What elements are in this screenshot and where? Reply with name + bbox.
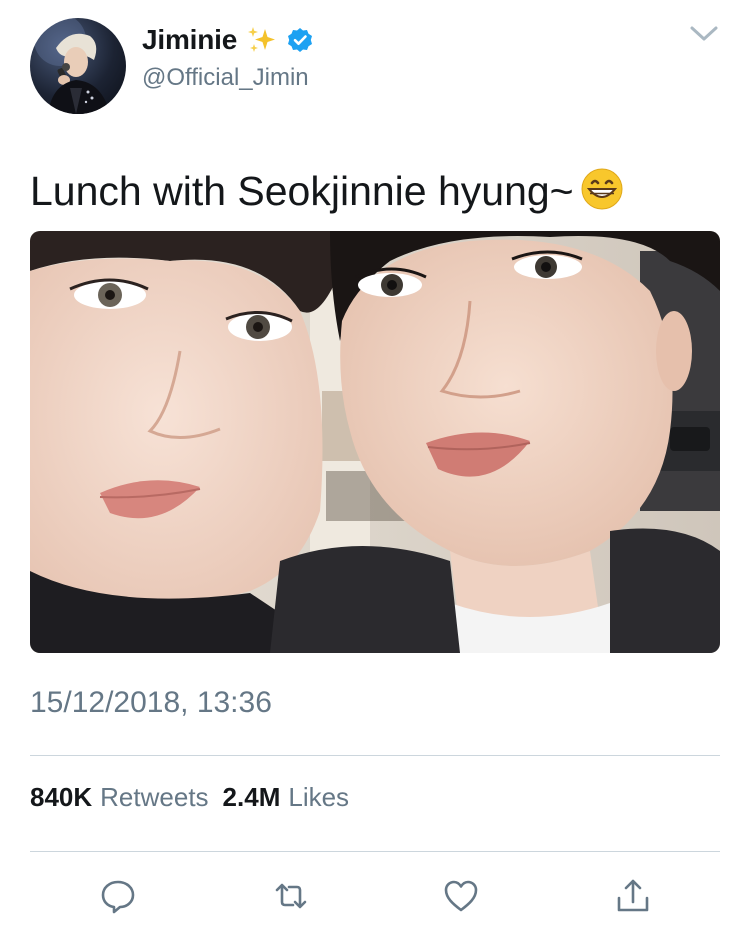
retweets-label: Retweets <box>100 782 209 812</box>
avatar[interactable] <box>30 18 126 114</box>
divider <box>30 755 720 756</box>
tweet-text: Lunch with Seokjinnie hyung~ <box>30 166 624 216</box>
reply-icon[interactable] <box>98 876 138 916</box>
action-bar <box>0 876 750 916</box>
like-icon[interactable] <box>441 876 481 916</box>
tweet-photo[interactable] <box>30 231 720 653</box>
grinning-face-icon <box>580 167 624 211</box>
divider <box>30 851 720 852</box>
verified-badge-icon <box>287 27 313 53</box>
user-handle[interactable]: @Official_Jimin <box>142 64 309 92</box>
tweet-detail: Jiminie @Official_Jimin Lunch with Seokj… <box>0 0 750 933</box>
chevron-down-icon[interactable] <box>688 22 720 46</box>
likes-count: 2.4M <box>222 782 281 812</box>
retweets-stat[interactable]: 840K Retweets <box>30 782 209 813</box>
tweet-text-content: Lunch with Seokjinnie hyung~ <box>30 168 574 214</box>
likes-label: Likes <box>288 782 350 812</box>
share-icon[interactable] <box>613 876 653 916</box>
tweet-timestamp[interactable]: 15/12/2018, 13:36 <box>30 686 272 720</box>
retweets-count: 840K <box>30 782 93 812</box>
tweet-stats: 840K Retweets 2.4M Likes <box>30 782 349 813</box>
retweet-icon[interactable] <box>271 876 311 916</box>
likes-stat[interactable]: 2.4M Likes <box>223 782 350 813</box>
name-row: Jiminie <box>142 22 313 58</box>
sparkles-icon <box>245 23 279 57</box>
display-name[interactable]: Jiminie <box>142 24 237 56</box>
